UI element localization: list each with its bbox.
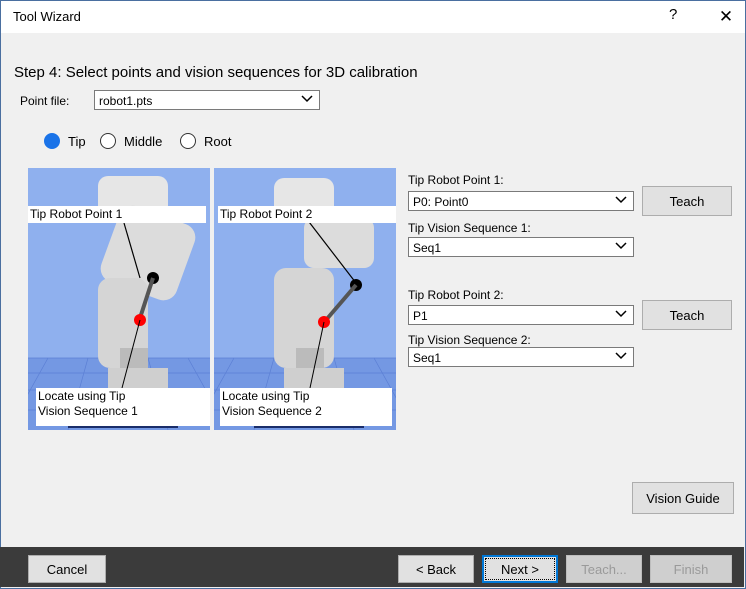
robot-image-2: Tip Robot Point 2 Locate using Tip Visio… xyxy=(214,168,396,430)
point-file-select[interactable]: robot1.pts xyxy=(94,90,320,110)
vision-sequence-1-select[interactable]: Seq1 xyxy=(408,237,634,257)
back-button[interactable]: < Back xyxy=(398,555,474,583)
radio-middle-label: Middle xyxy=(124,133,163,149)
point-file-value: robot1.pts xyxy=(99,94,153,108)
teach-wizard-button[interactable]: Teach... xyxy=(566,555,642,583)
vision-sequence-2-field-label: Tip Vision Sequence 2: xyxy=(408,333,531,347)
radio-middle[interactable]: Middle xyxy=(100,133,162,149)
robot-image-1: Tip Robot Point 1 Locate using Tip Visio… xyxy=(28,168,210,430)
teach-point-1-button[interactable]: Teach xyxy=(642,186,732,216)
vision-sequence-1-field-label: Tip Vision Sequence 1: xyxy=(408,221,531,235)
finish-button[interactable]: Finish xyxy=(650,555,732,583)
title-bar: Tool Wizard ? ✕ xyxy=(1,1,745,33)
robot-point-2-select[interactable]: P1 xyxy=(408,305,634,325)
radio-root-icon xyxy=(180,133,196,149)
vision-sequence-2-select[interactable]: Seq1 xyxy=(408,347,634,367)
radio-middle-icon xyxy=(100,133,116,149)
vision-sequence-2-value: Seq1 xyxy=(413,351,442,365)
vision-sequence-2-label: Locate using Tip Vision Sequence 2 xyxy=(220,388,392,426)
robot-point-2-field-label: Tip Robot Point 2: xyxy=(408,288,504,302)
vision-guide-button[interactable]: Vision Guide xyxy=(632,482,734,514)
vision-sequence-1-label: Locate using Tip Vision Sequence 1 xyxy=(36,388,210,426)
step-title: Step 4: Select points and vision sequenc… xyxy=(14,64,418,81)
teach-point-2-button[interactable]: Teach xyxy=(642,300,732,330)
next-button[interactable]: Next > xyxy=(482,555,558,583)
cancel-button[interactable]: Cancel xyxy=(28,555,106,583)
close-icon[interactable]: ✕ xyxy=(713,4,739,30)
radio-root-label: Root xyxy=(204,133,232,149)
robot-point-2-value: P1 xyxy=(413,309,428,323)
radio-root[interactable]: Root xyxy=(180,133,231,149)
radio-tip-icon xyxy=(44,133,60,149)
radio-tip-label: Tip xyxy=(68,133,86,149)
radio-tip[interactable]: Tip xyxy=(44,133,86,149)
robot-point-1-field-label: Tip Robot Point 1: xyxy=(408,173,504,187)
chevron-down-icon xyxy=(615,242,627,250)
help-button[interactable]: ? xyxy=(669,6,677,23)
window-title: Tool Wizard xyxy=(13,9,81,24)
chevron-down-icon xyxy=(615,196,627,204)
point-file-label: Point file: xyxy=(20,94,70,108)
robot-point-1-select[interactable]: P0: Point0 xyxy=(408,191,634,211)
robot-point-1-value: P0: Point0 xyxy=(413,195,469,209)
robot-point-1-label: Tip Robot Point 1 xyxy=(28,206,206,223)
chevron-down-icon xyxy=(615,352,627,360)
chevron-down-icon xyxy=(615,310,627,318)
robot-point-2-label: Tip Robot Point 2 xyxy=(218,206,396,223)
vision-sequence-1-value: Seq1 xyxy=(413,241,442,255)
chevron-down-icon xyxy=(301,95,313,103)
